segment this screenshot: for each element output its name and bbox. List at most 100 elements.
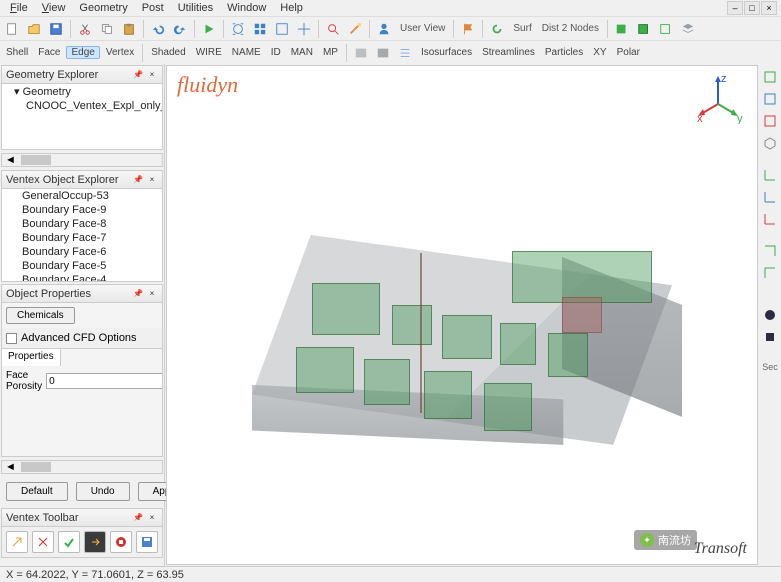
face-porosity-input[interactable]: [46, 373, 162, 389]
shade1-icon[interactable]: [351, 43, 371, 63]
adv-cfd-checkbox[interactable]: [6, 333, 17, 344]
default-button[interactable]: Default: [6, 482, 68, 501]
rview-sphere-icon[interactable]: [761, 306, 779, 324]
ventex-explorer-title: Ventex Object Explorer 📌×: [2, 171, 162, 189]
list-item[interactable]: Boundary Face-4: [2, 273, 162, 281]
menu-utilities[interactable]: Utilities: [172, 2, 219, 14]
style-mp[interactable]: MP: [319, 47, 342, 58]
box3-icon[interactable]: [656, 19, 676, 39]
layers-icon[interactable]: [678, 19, 698, 39]
undo-icon[interactable]: [148, 19, 168, 39]
rview-iso-icon[interactable]: [761, 134, 779, 152]
viewport-3d[interactable]: fluidyn z x y: [166, 65, 758, 565]
shade2-icon[interactable]: [373, 43, 393, 63]
copy-icon[interactable]: [97, 19, 117, 39]
close-panel-icon[interactable]: ×: [146, 288, 158, 300]
vt-check-icon[interactable]: [58, 531, 80, 553]
hscroll[interactable]: ◄: [1, 153, 163, 167]
menu-help[interactable]: Help: [274, 2, 309, 14]
rview-side-icon[interactable]: [761, 112, 779, 130]
flag-icon[interactable]: [458, 19, 478, 39]
mode-shell[interactable]: Shell: [2, 47, 32, 58]
dist2-label[interactable]: Dist 2 Nodes: [538, 23, 603, 34]
vt-stop-icon[interactable]: [110, 531, 132, 553]
tab-properties[interactable]: Properties: [2, 349, 61, 366]
maximize-icon[interactable]: □: [744, 1, 760, 15]
style-wire[interactable]: WIRE: [192, 47, 226, 58]
play-icon[interactable]: [199, 19, 219, 39]
list-item[interactable]: Boundary Face-5: [2, 259, 162, 273]
ventex-toolbar-title: Ventex Toolbar 📌×: [2, 509, 162, 527]
close-panel-icon[interactable]: ×: [146, 174, 158, 186]
close-icon[interactable]: ×: [761, 1, 777, 15]
list-item[interactable]: Boundary Face-6: [2, 245, 162, 259]
vt-right-icon[interactable]: [84, 531, 106, 553]
rview-yz-icon[interactable]: [761, 210, 779, 228]
pin-icon[interactable]: 📌: [132, 69, 144, 81]
userview-label[interactable]: User View: [396, 23, 449, 34]
zoom-icon[interactable]: [323, 19, 343, 39]
render-stream[interactable]: Streamlines: [478, 47, 539, 58]
box1-icon[interactable]: [612, 19, 632, 39]
mode-vertex[interactable]: Vertex: [102, 47, 138, 58]
new-icon[interactable]: [2, 19, 22, 39]
wand-icon[interactable]: [345, 19, 365, 39]
bounds-icon[interactable]: [272, 19, 292, 39]
fit-icon[interactable]: [228, 19, 248, 39]
user-icon[interactable]: [374, 19, 394, 39]
render-xy[interactable]: XY: [589, 47, 610, 58]
redo-icon[interactable]: [170, 19, 190, 39]
tree-item[interactable]: CNOOC_Ventex_Expl_only_final_280416_v: [2, 99, 162, 113]
close-panel-icon[interactable]: ×: [146, 512, 158, 524]
list-item[interactable]: GeneralOccup-53: [2, 189, 162, 203]
pin-icon[interactable]: 📌: [132, 174, 144, 186]
surf-label[interactable]: Surf: [509, 23, 535, 34]
render-iso[interactable]: Isosurfaces: [417, 47, 476, 58]
tree-root[interactable]: ▾ Geometry: [2, 84, 162, 99]
lines-icon[interactable]: [395, 43, 415, 63]
mode-face[interactable]: Face: [34, 47, 64, 58]
chemicals-button[interactable]: Chemicals: [6, 307, 75, 324]
rview-top-icon[interactable]: [761, 68, 779, 86]
mode-edge[interactable]: Edge: [66, 46, 99, 59]
rview-cube-icon[interactable]: [761, 328, 779, 346]
save-icon[interactable]: [46, 19, 66, 39]
rview-corner2-icon[interactable]: [761, 264, 779, 282]
style-name[interactable]: NAME: [228, 47, 265, 58]
grid-icon[interactable]: [250, 19, 270, 39]
menu-window[interactable]: Window: [221, 2, 272, 14]
close-panel-icon[interactable]: ×: [146, 69, 158, 81]
crosshair-icon[interactable]: [294, 19, 314, 39]
refresh-icon[interactable]: [487, 19, 507, 39]
box2-icon[interactable]: [634, 19, 654, 39]
pin-icon[interactable]: 📌: [132, 288, 144, 300]
menu-file[interactable]: File: [4, 2, 34, 14]
minimize-icon[interactable]: –: [727, 1, 743, 15]
style-man[interactable]: MAN: [287, 47, 317, 58]
menu-post[interactable]: Post: [136, 2, 170, 14]
rview-xz-icon[interactable]: [761, 188, 779, 206]
list-item[interactable]: Boundary Face-7: [2, 231, 162, 245]
menu-view[interactable]: View: [36, 2, 72, 14]
menu-geometry[interactable]: Geometry: [73, 2, 133, 14]
hscroll[interactable]: ◄: [1, 460, 163, 474]
rview-xy-icon[interactable]: [761, 166, 779, 184]
list-item[interactable]: Boundary Face-9: [2, 203, 162, 217]
paste-icon[interactable]: [119, 19, 139, 39]
rview-front-icon[interactable]: [761, 90, 779, 108]
render-particles[interactable]: Particles: [541, 47, 587, 58]
vt-cross-icon[interactable]: [32, 531, 54, 553]
list-item[interactable]: Boundary Face-8: [2, 217, 162, 231]
open-icon[interactable]: [24, 19, 44, 39]
vt-save-icon[interactable]: [136, 531, 158, 553]
rview-corner1-icon[interactable]: [761, 242, 779, 260]
render-polar[interactable]: Polar: [613, 47, 644, 58]
ventex-list[interactable]: GeneralOccup-53Boundary Face-9Boundary F…: [2, 189, 162, 281]
vt-arrow-icon[interactable]: [6, 531, 28, 553]
cut-icon[interactable]: [75, 19, 95, 39]
style-id[interactable]: ID: [267, 47, 285, 58]
style-shaded[interactable]: Shaded: [147, 47, 189, 58]
pin-icon[interactable]: 📌: [132, 512, 144, 524]
undo-button[interactable]: Undo: [76, 482, 130, 501]
geometry-tree[interactable]: ▾ Geometry CNOOC_Ventex_Expl_only_final_…: [2, 84, 162, 149]
